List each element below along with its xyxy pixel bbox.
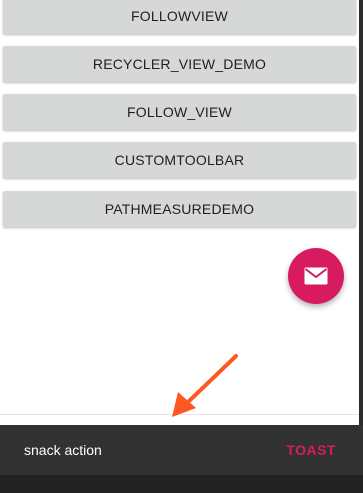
screen-edge (359, 0, 363, 493)
content-divider (0, 414, 359, 415)
snackbar-message: snack action (24, 442, 102, 458)
customtoolbar-button[interactable]: CUSTOMTOOLBAR (3, 142, 356, 178)
mail-fab-button[interactable] (288, 248, 344, 304)
pathmeasuredemo-button[interactable]: PATHMEASUREDEMO (3, 191, 356, 227)
bottom-bar (0, 475, 363, 493)
snackbar: snack action TOAST (0, 425, 363, 475)
app-screen: FOLLOWVIEW RECYCLER_VIEW_DEMO FOLLOW_VIE… (0, 0, 359, 493)
recycler-view-demo-button[interactable]: RECYCLER_VIEW_DEMO (3, 46, 356, 82)
follow-view-button[interactable]: FOLLOW_VIEW (3, 94, 356, 130)
mail-icon (304, 267, 328, 285)
snackbar-action-button[interactable]: TOAST (286, 442, 336, 458)
followview-button[interactable]: FOLLOWVIEW (3, 0, 356, 34)
